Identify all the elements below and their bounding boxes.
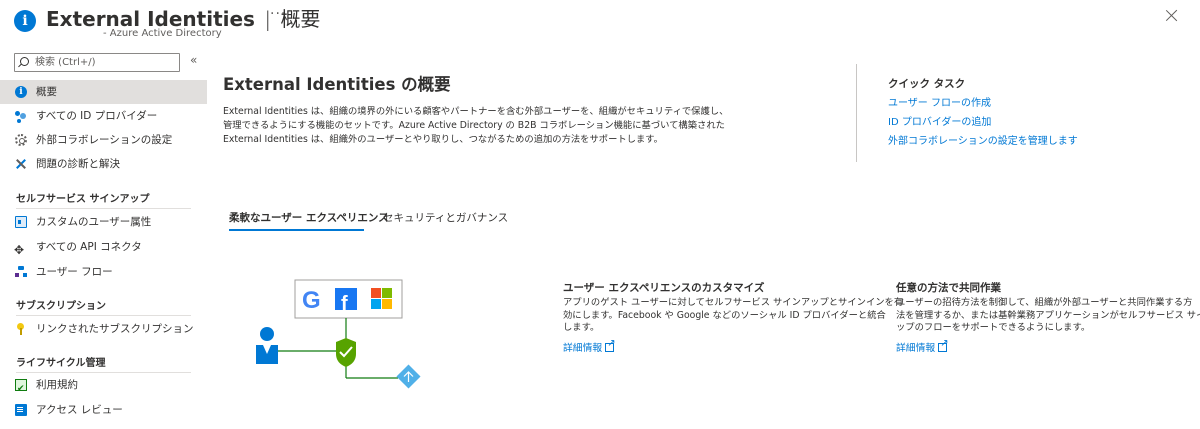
users-icon: [15, 110, 27, 122]
learn-more-label: 詳細情報: [896, 343, 936, 354]
sidebar-item-label: 概要: [36, 86, 57, 98]
external-link-icon: [938, 338, 949, 352]
api-diamond-icon: [396, 364, 421, 389]
gear-icon: [15, 134, 27, 146]
sidebar-item-label: すべての ID プロバイダー: [36, 110, 158, 122]
access-review-icon: [15, 404, 27, 416]
search-input[interactable]: 検索 (Ctrl+/): [14, 53, 180, 72]
sidebar-item-label: ユーザー フロー: [36, 266, 113, 278]
sidebar-item-label: 問題の診断と解決: [36, 158, 120, 170]
close-icon[interactable]: [1164, 8, 1180, 24]
user-icon: [256, 327, 278, 364]
card-body-line: 効にします。Facebook や Google などのソーシャル ID プロバイ…: [563, 309, 886, 321]
manage-external-collaboration-link[interactable]: 外部コラボレーションの設定を管理します: [888, 132, 1078, 147]
tab-security-governance[interactable]: セキュリティとガバナンス: [383, 210, 508, 225]
sidebar-item-label: リンクされたサブスクリプション: [36, 323, 194, 335]
sidebar-item-label: すべての API コネクタ: [36, 241, 142, 253]
card-title-collaborate: 任意の方法で共同作業: [896, 282, 1001, 294]
facebook-logo-letter: f: [341, 293, 348, 315]
sidebar-item-label: 利用規約: [36, 379, 78, 391]
key-icon: [15, 323, 27, 335]
sidebar-item-label: 外部コラボレーションの設定: [36, 134, 173, 146]
sidebar-item-api-connectors[interactable]: すべての API コネクタ: [0, 235, 207, 262]
sidebar-item-label: カスタムのユーザー属性: [36, 216, 152, 228]
learn-more-link[interactable]: 詳細情報: [896, 338, 949, 354]
collapse-sidebar-button[interactable]: «: [190, 53, 197, 67]
sidebar-item-label: アクセス レビュー: [36, 404, 123, 416]
section-header-lifecycle: ライフサイクル管理: [16, 358, 106, 369]
sidebar-item-terms-of-use[interactable]: 利用規約: [0, 373, 207, 401]
sidebar-item-identity-providers[interactable]: すべての ID プロバイダー: [0, 104, 207, 128]
learn-more-link[interactable]: 詳細情報: [563, 338, 616, 354]
blade-header: i External Identities | 概要 ··· - Azure A…: [0, 0, 1200, 44]
sidebar-item-user-flows[interactable]: ユーザー フロー: [0, 260, 207, 284]
info-icon: i: [15, 86, 27, 98]
search-icon: [20, 57, 29, 66]
card-body-line: 法を管理するか、または基幹業務アプリケーションがセルフサービス サインア: [896, 309, 1200, 321]
user-flow-icon: [15, 266, 27, 278]
description-line: External Identities は、組織外のユーザーとやり取りし、つなが…: [223, 134, 663, 145]
sidebar: 検索 (Ctrl+/) « i 概要 すべての ID プロバイダー 外部コラボレ…: [0, 44, 207, 429]
more-options-button[interactable]: ···: [270, 6, 286, 22]
overview-heading: External Identities の概要: [223, 75, 451, 94]
quick-tasks-heading: クイック タスク: [888, 78, 966, 90]
page-subtitle: - Azure Active Directory: [103, 28, 222, 39]
card-title-customize-ux: ユーザー エクスペリエンスのカスタマイズ: [563, 282, 765, 294]
section-header-subscriptions: サブスクリプション: [16, 301, 106, 312]
description-line: 管理できるようにする機能のセットです。Azure Active Director…: [223, 120, 725, 131]
overview-description: External Identities は、組織の境界の外にいる顧客やパートナー…: [223, 105, 843, 147]
info-icon: i: [14, 10, 36, 32]
terms-icon: [15, 377, 27, 401]
card-body-line: ップのフローをサポートできるようにします。: [896, 322, 1091, 333]
external-link-icon: [605, 338, 616, 352]
user-experience-illustration: G f: [256, 279, 421, 389]
add-identity-provider-link[interactable]: ID プロバイダーの追加: [888, 113, 991, 128]
card-body-customize-ux: アプリのゲスト ユーザーに対してセルフサービス サインアップとサインインを有 効…: [563, 297, 903, 335]
page-title-blade: 概要: [280, 7, 321, 31]
wrench-icon: [15, 158, 27, 170]
section-header-self-service: セルフサービス サインアップ: [16, 194, 150, 205]
sidebar-item-custom-attributes[interactable]: カスタムのユーザー属性: [0, 210, 207, 234]
create-user-flow-link[interactable]: ユーザー フローの作成: [888, 94, 991, 109]
vertical-divider: [856, 64, 857, 162]
active-tab-indicator: [229, 229, 364, 231]
tab-flexible-user-experience[interactable]: 柔軟なユーザー エクスペリエンス: [229, 210, 389, 225]
section-divider: [16, 315, 191, 316]
description-line: External Identities は、組織の境界の外にいる顧客やパートナー…: [223, 106, 729, 117]
sidebar-item-linked-subscriptions[interactable]: リンクされたサブスクリプション: [0, 317, 207, 341]
sidebar-item-access-reviews[interactable]: アクセス レビュー: [0, 398, 207, 422]
google-logo-icon: G: [302, 287, 321, 314]
sidebar-item-external-collaboration[interactable]: 外部コラボレーションの設定: [0, 128, 207, 152]
api-connector-icon: [14, 238, 27, 262]
card-body-line: します。: [563, 322, 600, 333]
search-placeholder: 検索 (Ctrl+/): [35, 57, 96, 68]
learn-more-label: 詳細情報: [563, 343, 603, 354]
card-icon: [15, 216, 27, 228]
card-body-line: アプリのゲスト ユーザーに対してセルフサービス サインアップとサインインを有: [563, 297, 904, 308]
section-divider: [16, 208, 191, 209]
sidebar-item-diagnose-solve[interactable]: 問題の診断と解決: [0, 152, 207, 176]
card-body-line: ユーザーの招待方法を制御して、組織が外部ユーザーと共同作業する方: [896, 297, 1193, 308]
card-body-collaborate: ユーザーの招待方法を制御して、組織が外部ユーザーと共同作業する方 法を管理するか…: [896, 297, 1200, 335]
sidebar-item-overview[interactable]: i 概要: [0, 80, 207, 104]
